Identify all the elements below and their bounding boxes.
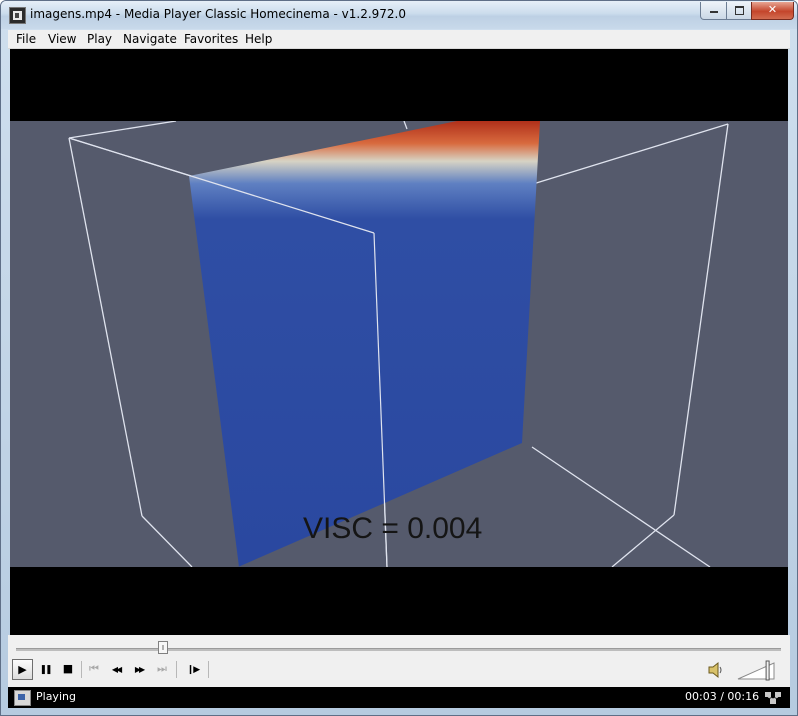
menu-favorites[interactable]: Favorites <box>184 32 238 46</box>
volume-slider[interactable] <box>736 659 776 681</box>
menu-help[interactable]: Help <box>245 32 272 46</box>
maximize-button[interactable] <box>726 2 752 20</box>
play-icon: ▶ <box>18 663 27 676</box>
toolbar-separator <box>176 661 177 678</box>
media-player-icon[interactable] <box>9 7 26 24</box>
stop-button[interactable]: ■ <box>58 659 78 679</box>
rewind-icon: ◀◀ <box>111 665 122 674</box>
toolbar-separator <box>81 661 82 678</box>
status-bar: Playing 00:03 / 00:16 <box>8 687 790 708</box>
close-button[interactable]: ✕ <box>751 2 794 20</box>
previous-button[interactable]: ⏮ <box>84 659 104 679</box>
skip-back-icon: ⏮ <box>89 662 99 675</box>
menu-view[interactable]: View <box>48 32 76 46</box>
playback-time: 00:03 / 00:16 <box>685 690 760 703</box>
window-title: imagens.mp4 - Media Player Classic Homec… <box>30 7 406 21</box>
simulation-render <box>10 121 788 567</box>
fast-forward-button[interactable]: ▶▶ <box>129 659 149 679</box>
title-bar[interactable]: imagens.mp4 - Media Player Classic Homec… <box>1 1 797 29</box>
next-button[interactable]: ⏭ <box>152 659 172 679</box>
playback-status: Playing <box>36 690 76 703</box>
maximize-icon <box>734 6 744 15</box>
media-type-icon <box>14 690 31 706</box>
stop-icon: ■ <box>62 662 74 675</box>
frame-step-icon: ❙▶ <box>186 665 201 675</box>
minimize-icon <box>709 11 718 13</box>
minimize-button[interactable] <box>700 2 727 20</box>
video-area[interactable]: VISC = 0.004 <box>10 49 788 635</box>
skip-forward-icon: ⏭ <box>157 662 167 675</box>
speaker-icon[interactable] <box>708 661 724 679</box>
video-frame: VISC = 0.004 <box>10 121 788 567</box>
frame-step-button[interactable]: ❙▶ <box>183 659 203 679</box>
menu-play[interactable]: Play <box>87 32 112 46</box>
play-button[interactable]: ▶ <box>12 659 33 680</box>
toolbar-separator <box>208 661 209 678</box>
seek-thumb[interactable] <box>158 641 168 654</box>
viscosity-label: VISC = 0.004 <box>303 512 483 545</box>
fast-forward-icon: ▶▶ <box>134 665 145 674</box>
close-icon: ✕ <box>767 3 778 16</box>
seek-bar[interactable] <box>16 648 781 651</box>
pause-button[interactable]: ❚❚ <box>35 659 55 679</box>
volume-thumb[interactable] <box>765 660 770 681</box>
rewind-button[interactable]: ◀◀ <box>106 659 126 679</box>
network-icon <box>765 692 781 704</box>
control-bar: ▶ ❚❚ ■ ⏮ ◀◀ ▶▶ ⏭ ❙▶ <box>8 635 790 687</box>
menu-file[interactable]: File <box>16 32 36 46</box>
pause-icon: ❚❚ <box>39 665 52 675</box>
menu-navigate[interactable]: Navigate <box>123 32 177 46</box>
menu-bar: File View Play Navigate Favorites Help <box>8 30 790 49</box>
player-window: imagens.mp4 - Media Player Classic Homec… <box>0 0 798 716</box>
